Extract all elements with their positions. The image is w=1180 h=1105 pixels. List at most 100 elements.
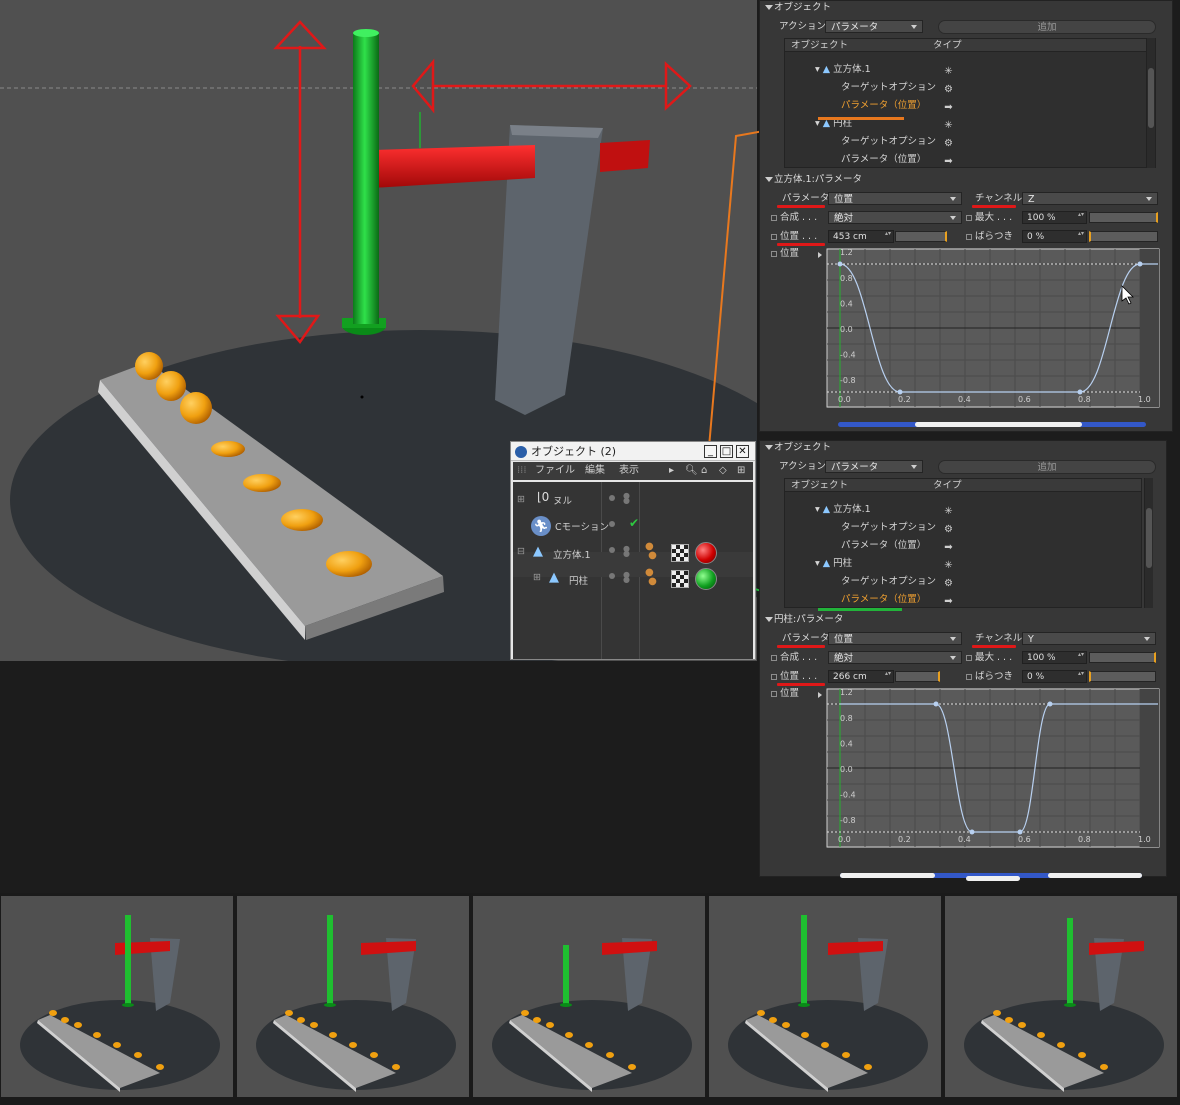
checkmark-icon[interactable]: ✔ — [629, 516, 639, 530]
visibility-dot[interactable] — [609, 573, 615, 579]
channel-dropdown[interactable]: Y — [1022, 632, 1156, 645]
panel-title[interactable]: オブジェクト — [760, 1, 1172, 14]
checkbox[interactable] — [771, 691, 777, 697]
list-item[interactable]: パラメータ（位置） — [841, 151, 926, 169]
checkbox[interactable] — [966, 655, 972, 661]
column-type[interactable]: タイプ — [933, 39, 962, 52]
list-item-selected[interactable]: パラメータ（位置） — [841, 97, 926, 115]
spline-point[interactable] — [837, 261, 843, 267]
texture-tag-icon[interactable] — [671, 544, 689, 562]
window-title[interactable]: オブジェクト (2) — [511, 442, 755, 461]
thumbnail-frame[interactable] — [473, 896, 705, 1097]
tag-icon[interactable]: ● ● — [645, 542, 657, 561]
variation-field[interactable]: 0 % — [1022, 230, 1087, 243]
thumbnail-frame[interactable] — [709, 896, 941, 1097]
new-window-icon[interactable]: ⊞ — [737, 462, 745, 480]
param-dropdown[interactable]: 位置 — [828, 192, 962, 205]
list-item[interactable]: ▾ ▲ 立方体.1 — [815, 61, 871, 79]
visibility-dot[interactable] — [609, 521, 615, 527]
material-tag-icon[interactable] — [695, 568, 717, 590]
panel-title[interactable]: オブジェクト — [760, 441, 1166, 454]
max-field[interactable]: 100 % — [1022, 211, 1087, 224]
spline-point[interactable] — [969, 829, 975, 835]
action-dropdown[interactable]: パラメータ — [825, 460, 923, 473]
checkbox[interactable] — [966, 234, 972, 240]
visibility-dot[interactable] — [609, 547, 615, 553]
list-item[interactable]: ターゲットオプション — [841, 133, 936, 151]
spline-graph[interactable]: 1.2 0.8 0.4 0.0 -0.4 -0.8 0.0 0.2 0.4 0.6 0.8 1.0 — [826, 688, 1160, 848]
scroll-indicator-thumb[interactable] — [915, 422, 1082, 427]
action-dropdown[interactable]: パラメータ — [825, 20, 923, 33]
menu-file[interactable]: ファイル — [535, 462, 575, 480]
list-item[interactable]: ▾ ▲ 円柱 — [815, 555, 852, 573]
expand-icon[interactable]: ⊞ — [533, 572, 541, 583]
checkbox[interactable] — [966, 674, 972, 680]
max-slider[interactable] — [1089, 652, 1156, 663]
pos-field[interactable]: 453 cm — [828, 230, 894, 243]
variation-field[interactable]: 0 % — [1022, 670, 1087, 683]
tag-icon[interactable]: ● ● — [645, 568, 657, 587]
list-item[interactable]: ターゲットオプション — [841, 79, 936, 97]
channel-dropdown[interactable]: Z — [1022, 192, 1158, 205]
render-dots[interactable]: ● ● — [623, 492, 630, 505]
tree-item-cylinder[interactable]: 円柱 — [569, 573, 588, 587]
material-tag-icon[interactable] — [695, 542, 717, 564]
eye-icon[interactable]: ◇ — [719, 462, 727, 480]
pos-slider[interactable] — [895, 231, 947, 242]
expand-icon[interactable] — [818, 692, 822, 698]
menu-more-icon[interactable]: ▸ — [669, 462, 674, 480]
scroll-indicator-thumb[interactable] — [966, 876, 1020, 881]
list-item-selected[interactable]: パラメータ（位置） — [841, 591, 926, 609]
menu-view[interactable]: 表示 — [619, 462, 639, 480]
list-item[interactable]: ▾ ▲ 立方体.1 — [815, 501, 871, 519]
spline-graph[interactable]: 1.2 0.8 0.4 0.0 -0.4 -0.8 0.0 0.2 0.4 0.6 0.8 1.0 — [826, 248, 1160, 408]
spline-point[interactable] — [897, 389, 903, 395]
tree-item-cube[interactable]: 立方体.1 — [553, 547, 591, 561]
list-item[interactable]: ターゲットオプション — [841, 573, 936, 591]
variation-slider[interactable] — [1089, 231, 1158, 242]
param-title[interactable]: 立方体.1:パラメータ — [760, 173, 1172, 186]
spline-point[interactable] — [1017, 829, 1023, 835]
column-type[interactable]: タイプ — [933, 479, 962, 492]
expand-icon[interactable]: ⊞ — [517, 494, 525, 505]
scroll-indicator-thumb[interactable] — [1048, 873, 1142, 878]
spline-point[interactable] — [1077, 389, 1083, 395]
checkbox[interactable] — [771, 655, 777, 661]
expand-icon[interactable] — [818, 252, 822, 258]
pos-slider[interactable] — [895, 671, 940, 682]
checkbox[interactable] — [771, 215, 777, 221]
spline-point[interactable] — [933, 701, 939, 707]
search-icon[interactable]: 🔍︎ — [685, 462, 698, 480]
minimize-button[interactable]: _ — [704, 445, 717, 458]
thumbnail-frame[interactable] — [945, 896, 1177, 1097]
render-dots[interactable]: ● ● — [623, 545, 630, 558]
add-button[interactable]: 追加 — [938, 20, 1156, 34]
param-dropdown[interactable]: 位置 — [828, 632, 962, 645]
column-object[interactable]: オブジェクト — [791, 479, 848, 492]
scrollbar[interactable] — [1146, 38, 1155, 168]
column-object[interactable]: オブジェクト — [791, 39, 848, 52]
collapse-icon[interactable]: ⊟ — [517, 546, 525, 557]
checkbox[interactable] — [771, 234, 777, 240]
home-icon[interactable]: ⌂ — [701, 462, 707, 480]
variation-slider[interactable] — [1089, 671, 1156, 682]
tree-item-cmotion[interactable]: Cモーション — [555, 519, 609, 533]
thumbnail-frame[interactable] — [237, 896, 469, 1097]
blend-dropdown[interactable]: 絶対 — [828, 211, 962, 224]
max-slider[interactable] — [1089, 212, 1158, 223]
spline-point[interactable] — [1047, 701, 1053, 707]
thumbnail-frame[interactable] — [1, 896, 233, 1097]
visibility-dot[interactable] — [609, 495, 615, 501]
add-button[interactable]: 追加 — [938, 460, 1156, 474]
list-item[interactable]: ターゲットオプション — [841, 519, 936, 537]
checkbox[interactable] — [771, 674, 777, 680]
close-button[interactable]: ✕ — [736, 445, 749, 458]
checkbox[interactable] — [966, 215, 972, 221]
tree-item-null[interactable]: ヌル — [553, 493, 572, 507]
maximize-button[interactable]: □ — [720, 445, 733, 458]
pos-field[interactable]: 266 cm — [828, 670, 894, 683]
list-item[interactable]: パラメータ（位置） — [841, 537, 926, 555]
checkbox[interactable] — [771, 251, 777, 257]
menu-edit[interactable]: 編集 — [585, 462, 605, 480]
texture-tag-icon[interactable] — [671, 570, 689, 588]
